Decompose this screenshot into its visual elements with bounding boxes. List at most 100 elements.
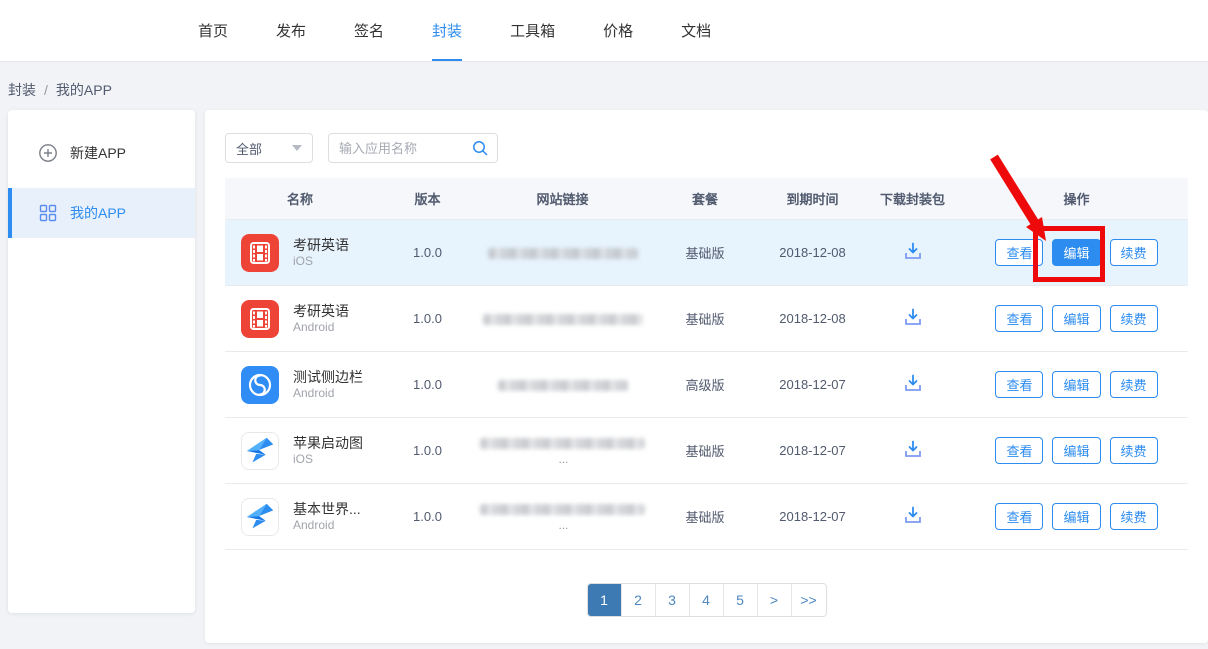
app-plan: 基础版 <box>645 507 765 526</box>
app-version: 1.0.0 <box>375 443 480 458</box>
nav-item-sign[interactable]: 签名 <box>354 0 384 61</box>
nav-item-home[interactable]: 首页 <box>198 0 228 61</box>
pagination: 1 2 3 4 5 > >> <box>587 583 827 617</box>
edit-button[interactable]: 编辑 <box>1052 371 1100 398</box>
app-expiry: 2018-12-07 <box>765 377 860 392</box>
column-header-name: 名称 <box>225 189 375 208</box>
last-page-button[interactable]: >> <box>792 584 826 616</box>
redacted-link <box>480 438 645 449</box>
view-button[interactable]: 查看 <box>995 437 1043 464</box>
view-button[interactable]: 查看 <box>995 305 1043 332</box>
app-version: 1.0.0 <box>375 245 480 260</box>
page-button-5[interactable]: 5 <box>724 584 758 616</box>
download-icon <box>902 504 924 526</box>
nav-item-publish[interactable]: 发布 <box>276 0 306 61</box>
download-package-button[interactable] <box>900 304 926 333</box>
search-box <box>328 133 498 163</box>
nav-item-package[interactable]: 封装 <box>432 0 462 61</box>
edit-button[interactable]: 编辑 <box>1052 437 1100 464</box>
breadcrumb-current: 我的APP <box>56 80 112 100</box>
nav-item-toolbox[interactable]: 工具箱 <box>510 0 555 61</box>
column-header-actions: 操作 <box>965 189 1188 208</box>
edit-button[interactable]: 编辑 <box>1052 239 1100 266</box>
redacted-link <box>488 248 638 259</box>
renew-button[interactable]: 续费 <box>1110 371 1158 398</box>
page-button-1[interactable]: 1 <box>588 584 622 616</box>
breadcrumb-separator: / <box>44 82 48 98</box>
app-plan: 基础版 <box>645 309 765 328</box>
app-version: 1.0.0 <box>375 509 480 524</box>
sidebar-item-my-app[interactable]: 我的APP <box>8 188 195 238</box>
app-name: 苹果启动图 <box>293 434 363 452</box>
column-header-download: 下载封装包 <box>860 189 965 208</box>
nav-item-docs[interactable]: 文档 <box>681 0 711 61</box>
app-name: 考研英语 <box>293 302 349 320</box>
download-package-button[interactable] <box>900 238 926 267</box>
redacted-link <box>480 504 645 515</box>
table-row: 考研英语 Android 1.0.0 基础版 2018-12-08 查看 编辑 … <box>225 286 1188 352</box>
page-button-3[interactable]: 3 <box>656 584 690 616</box>
app-link <box>480 311 645 326</box>
download-icon <box>902 306 924 328</box>
column-header-expiry: 到期时间 <box>765 189 860 208</box>
renew-button[interactable]: 续费 <box>1110 503 1158 530</box>
filter-bar: 全部 <box>225 133 1188 163</box>
s-logo-app-icon <box>241 366 279 404</box>
page-button-2[interactable]: 2 <box>622 584 656 616</box>
download-package-button[interactable] <box>900 370 926 399</box>
nav-item-price[interactable]: 价格 <box>603 0 633 61</box>
renew-button[interactable]: 续费 <box>1110 305 1158 332</box>
renew-button[interactable]: 续费 <box>1110 239 1158 266</box>
view-button[interactable]: 查看 <box>995 371 1043 398</box>
sidebar-item-new-app[interactable]: 新建APP <box>8 128 195 178</box>
app-platform: iOS <box>293 254 349 269</box>
download-icon <box>902 372 924 394</box>
search-input[interactable] <box>339 141 471 156</box>
main-content: 全部 名称 版本 网站链接 套餐 到期时间 下载封装包 操作 <box>205 110 1208 643</box>
edit-button[interactable]: 编辑 <box>1052 503 1100 530</box>
app-plan: 基础版 <box>645 441 765 460</box>
column-header-link: 网站链接 <box>480 189 645 208</box>
app-platform: Android <box>293 320 349 335</box>
edit-button[interactable]: 编辑 <box>1052 305 1100 332</box>
download-icon <box>902 438 924 460</box>
app-version: 1.0.0 <box>375 311 480 326</box>
breadcrumb-section[interactable]: 封装 <box>8 80 36 100</box>
app-expiry: 2018-12-08 <box>765 311 860 326</box>
app-link <box>480 377 645 392</box>
sidebar: 新建APP 我的APP <box>8 110 195 613</box>
column-header-version: 版本 <box>375 189 480 208</box>
plus-circle-icon <box>38 143 58 163</box>
download-package-button[interactable] <box>900 502 926 531</box>
app-name: 基本世界... <box>293 500 361 518</box>
app-plan: 高级版 <box>645 375 765 394</box>
app-expiry: 2018-12-07 <box>765 443 860 458</box>
view-button[interactable]: 查看 <box>995 503 1043 530</box>
renew-button[interactable]: 续费 <box>1110 437 1158 464</box>
view-button[interactable]: 查看 <box>995 239 1043 266</box>
app-name: 测试侧边栏 <box>293 368 363 386</box>
app-platform: Android <box>293 518 361 533</box>
top-nav: 首页 发布 签名 封装 工具箱 价格 文档 <box>0 0 1208 62</box>
table-row: 基本世界... Android 1.0.0 ... 基础版 2018-12-07… <box>225 484 1188 550</box>
app-name: 考研英语 <box>293 236 349 254</box>
category-select[interactable]: 全部 <box>225 133 313 163</box>
film-app-icon <box>241 300 279 338</box>
table-row: 苹果启动图 iOS 1.0.0 ... 基础版 2018-12-07 查看 编辑… <box>225 418 1188 484</box>
page-button-4[interactable]: 4 <box>690 584 724 616</box>
table-header: 名称 版本 网站链接 套餐 到期时间 下载封装包 操作 <box>225 178 1188 220</box>
next-page-button[interactable]: > <box>758 584 792 616</box>
download-package-button[interactable] <box>900 436 926 465</box>
sidebar-item-label: 我的APP <box>70 203 126 223</box>
download-icon <box>902 240 924 262</box>
app-platform: iOS <box>293 452 363 467</box>
column-header-plan: 套餐 <box>645 189 765 208</box>
grid-icon <box>38 203 58 223</box>
app-link: ... <box>480 435 645 466</box>
search-icon[interactable] <box>471 139 489 157</box>
app-platform: Android <box>293 386 363 401</box>
app-expiry: 2018-12-08 <box>765 245 860 260</box>
app-link <box>480 245 645 260</box>
bird-app-icon <box>241 498 279 536</box>
table-row: 测试侧边栏 Android 1.0.0 高级版 2018-12-07 查看 编辑… <box>225 352 1188 418</box>
